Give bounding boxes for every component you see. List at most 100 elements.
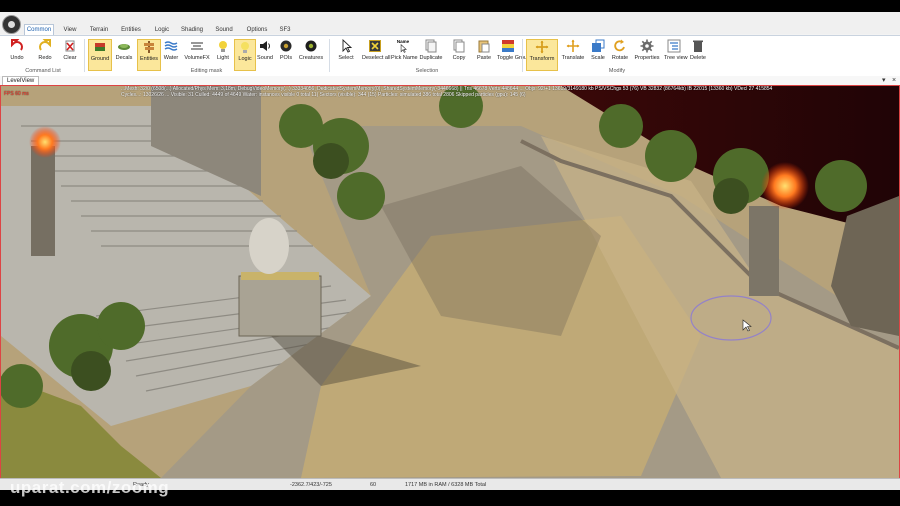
water-icon [164,41,178,51]
ground-label: Ground [90,56,110,62]
transform-gizmo-icon [535,40,549,54]
duplicate-button[interactable]: Duplicate [418,39,444,69]
tab-sf3[interactable]: SF3 [277,25,293,35]
deselect-all-button[interactable]: Deselect all [362,39,391,69]
app-menu-icon[interactable] [2,15,21,34]
ribbon-separator [84,39,85,72]
group-label-modify: Modify [608,68,626,74]
trash-icon [693,40,703,52]
tab-shading[interactable]: Shading [178,25,206,35]
light-button[interactable]: Light [213,39,233,69]
entities-label: Entities [139,56,159,62]
redo-button[interactable]: Redo [34,39,56,69]
ground-button[interactable]: Ground [88,39,112,71]
watermark-text: uparat.com/zoomg [10,478,170,497]
ribbon-tab-row: Common View Terrain Entities Logic Shadi… [0,12,900,36]
entities-signpost-icon [144,41,154,53]
volumefx-label: VolumeFX [184,55,210,61]
decals-button[interactable]: Decals [113,39,135,69]
properties-button[interactable]: Properties [633,39,661,69]
tab-options[interactable]: Options [243,25,271,35]
scale-button[interactable]: Scale [589,39,607,69]
group-label-editing-mask: Editing mask [190,68,223,74]
transform-label: Transform [529,56,555,62]
clear-icon [65,40,75,52]
close-icon[interactable]: × [892,76,896,85]
paste-label: Paste [476,55,492,61]
scale-icon [592,39,605,52]
decals-label: Decals [115,55,133,61]
pois-button[interactable]: POIs [277,39,295,69]
translate-button[interactable]: Translate [560,39,586,69]
screen-top-border [0,0,900,12]
level-scene [1,86,899,478]
sound-button[interactable]: Sound [255,39,275,69]
ribbon-separator [329,39,330,72]
pick-name-button[interactable]: Name Pick Name [391,39,418,69]
copy-label: Copy [452,55,466,61]
transform-button[interactable]: Transform [526,39,558,71]
toggle-group-label: Toggle Group [497,55,531,61]
ground-icon [95,43,105,51]
translate-label: Translate [561,55,585,61]
gear-icon [640,39,654,53]
redo-icon [39,39,51,51]
tree-view-icon [667,39,681,53]
undo-label: Undo [10,55,24,61]
delete-button[interactable]: Delete [688,39,708,69]
tree-view-button[interactable]: Tree view [664,39,688,69]
paste-button[interactable]: Paste [473,39,495,69]
duplicate-label: Duplicate [419,55,443,61]
creatures-label: Creatures [298,55,324,61]
logic-button[interactable]: Logic [234,39,256,71]
tab-terrain[interactable]: Terrain [86,25,112,35]
editor-window: Common View Terrain Entities Logic Shadi… [0,12,900,491]
tab-sound[interactable]: Sound [212,25,236,35]
tab-logic[interactable]: Logic [151,25,173,35]
level-viewport[interactable]: FPS 60 ms ...Mesh: 32/0 (6508(...) Alloc… [0,85,900,479]
decals-icon [118,44,130,50]
undo-button[interactable]: Undo [6,39,28,69]
creatures-button[interactable]: Creatures [297,39,325,69]
pick-name-header: Name [396,39,410,44]
water-label: Water [163,55,179,61]
volumefx-button[interactable]: VolumeFX [184,39,210,69]
sound-label: Sound [257,55,273,61]
copy-button[interactable]: Copy [449,39,469,69]
pick-name-label: Pick Name [391,55,418,61]
scale-label: Scale [591,55,605,61]
entities-button[interactable]: Entities [137,39,161,71]
copy-icon [453,39,465,53]
select-button[interactable]: Select [335,39,357,69]
rotate-label: Rotate [611,55,629,61]
tree-view-label: Tree view [664,55,688,61]
paste-clipboard-icon [478,40,490,53]
speaker-icon [260,41,270,51]
chevron-down-icon[interactable]: ▾ [882,76,886,85]
lightbulb-icon [219,41,227,52]
rotate-button[interactable]: Rotate [610,39,630,69]
volumefx-icon [191,42,203,50]
document-tab-bar: LevelView ▾ × [0,76,900,86]
tab-levelview[interactable]: LevelView [2,76,40,86]
deselect-all-label: Deselect all [362,55,391,61]
select-label: Select [338,55,354,61]
ribbon-separator [522,39,523,72]
debug-fps-text: FPS 60 ms [4,91,29,97]
clear-button[interactable]: Clear [60,39,80,69]
toggle-group-button[interactable]: Toggle Group [497,39,531,69]
debug-overlay: FPS 60 ms ...Mesh: 32/0 (6508(...) Alloc… [1,86,899,102]
tab-view[interactable]: View [60,25,80,35]
group-label-selection: Selection [415,68,439,74]
properties-label: Properties [634,55,660,61]
light-label: Light [217,55,229,61]
logic-bulb-icon [241,42,249,53]
tab-entities[interactable]: Entities [118,25,144,35]
delete-label: Delete [690,55,706,61]
toggle-group-icon [502,40,514,52]
translate-arrows-icon [566,39,580,52]
pois-label: POIs [279,55,293,61]
ribbon-toolbar: Undo Redo Clear Command List Ground Deca… [0,35,900,77]
water-button[interactable]: Water [161,39,181,69]
pick-cursor-icon [400,44,407,53]
